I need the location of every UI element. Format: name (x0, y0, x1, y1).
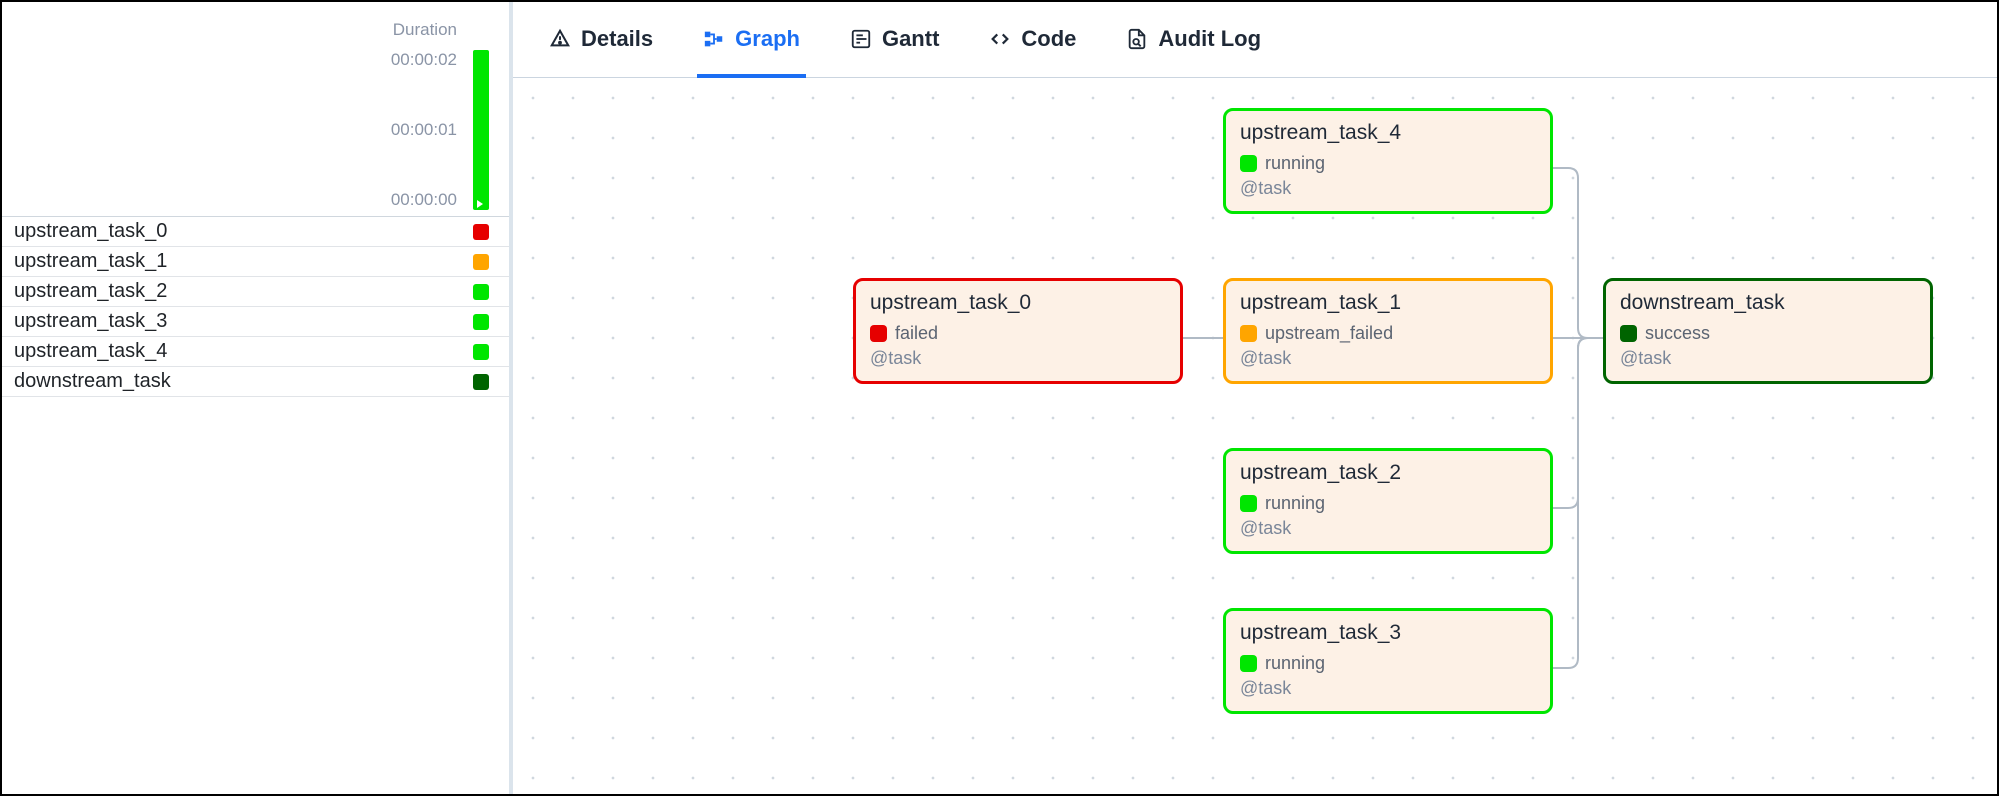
duration-bar[interactable] (473, 50, 489, 210)
node-status: success (1620, 323, 1916, 344)
node-title: upstream_task_1 (1240, 291, 1536, 315)
task-row-upstream_task_2[interactable]: upstream_task_2 (2, 277, 509, 307)
edge-upstream_task_3-to-downstream_task (1553, 338, 1603, 668)
node-status: running (1240, 493, 1536, 514)
task-row-label: upstream_task_2 (14, 280, 167, 303)
task-row-label: upstream_task_4 (14, 340, 167, 363)
task-row-label: upstream_task_3 (14, 310, 167, 333)
task-row-label: upstream_task_1 (14, 250, 167, 273)
task-row-upstream_task_1[interactable]: upstream_task_1 (2, 247, 509, 277)
node-decorator: @task (1240, 348, 1536, 369)
duration-tick: 00:00:01 (391, 120, 457, 140)
task-row-upstream_task_3[interactable]: upstream_task_3 (2, 307, 509, 337)
task-row-upstream_task_4[interactable]: upstream_task_4 (2, 337, 509, 367)
task-status-square (473, 374, 489, 390)
node-title: upstream_task_0 (870, 291, 1166, 315)
tab-code[interactable]: Code (983, 14, 1082, 78)
node-decorator: @task (1620, 348, 1916, 369)
node-decorator: @task (1240, 178, 1536, 199)
node-title: upstream_task_4 (1240, 121, 1536, 145)
code-icon (989, 28, 1011, 50)
tab-graph[interactable]: Graph (697, 14, 806, 78)
gantt-icon (850, 28, 872, 50)
tab-label: Graph (735, 26, 800, 52)
status-square (1240, 495, 1257, 512)
node-status: upstream_failed (1240, 323, 1536, 344)
graph-canvas[interactable]: upstream_task_0failed@taskupstream_task_… (513, 78, 1997, 794)
graph-node-downstream_task[interactable]: downstream_tasksuccess @task (1603, 278, 1933, 384)
tab-gantt[interactable]: Gantt (844, 14, 945, 78)
audit-icon (1126, 28, 1148, 50)
edge-upstream_task_4-to-downstream_task (1553, 168, 1603, 338)
node-status: running (1240, 653, 1536, 674)
node-decorator: @task (870, 348, 1166, 369)
status-square (870, 325, 887, 342)
node-title: upstream_task_3 (1240, 621, 1536, 645)
task-row-label: upstream_task_0 (14, 220, 167, 243)
task-row-label: downstream_task (14, 370, 171, 393)
task-list: upstream_task_0 upstream_task_1 upstream_t… (2, 217, 509, 397)
node-status: running (1240, 153, 1536, 174)
node-decorator: @task (1240, 678, 1536, 699)
tab-label: Audit Log (1158, 26, 1261, 52)
edge-upstream_task_2-to-downstream_task (1553, 338, 1603, 508)
node-status: failed (870, 323, 1166, 344)
graph-node-upstream_task_2[interactable]: upstream_task_2running @task (1223, 448, 1553, 554)
status-square (1240, 155, 1257, 172)
graph-node-upstream_task_4[interactable]: upstream_task_4running @task (1223, 108, 1553, 214)
tab-label: Gantt (882, 26, 939, 52)
tab-details[interactable]: Details (543, 14, 659, 78)
graph-node-upstream_task_1[interactable]: upstream_task_1 upstream_failed @task (1223, 278, 1553, 384)
task-row-upstream_task_0[interactable]: upstream_task_0 (2, 217, 509, 247)
duration-label: Duration (393, 20, 457, 40)
task-status-square (473, 314, 489, 330)
task-status-square (473, 254, 489, 270)
tab-bar: Details Graph Gantt Code Audit Log (513, 2, 1997, 78)
tab-label: Code (1021, 26, 1076, 52)
status-square (1620, 325, 1637, 342)
node-title: upstream_task_2 (1240, 461, 1536, 485)
task-status-square (473, 224, 489, 240)
duration-bar-chart: Duration 00:00:02 00:00:01 00:00:00 (2, 2, 509, 217)
task-status-square (473, 344, 489, 360)
status-square (1240, 325, 1257, 342)
graph-icon (703, 28, 725, 50)
node-decorator: @task (1240, 518, 1536, 539)
node-title: downstream_task (1620, 291, 1916, 315)
graph-node-upstream_task_0[interactable]: upstream_task_0failed @task (853, 278, 1183, 384)
sidebar: Duration 00:00:02 00:00:01 00:00:00 upst… (2, 2, 513, 794)
task-status-square (473, 284, 489, 300)
duration-tick: 00:00:00 (391, 190, 457, 210)
duration-tick: 00:00:02 (391, 50, 457, 70)
tab-audit[interactable]: Audit Log (1120, 14, 1267, 78)
status-square (1240, 655, 1257, 672)
graph-node-upstream_task_3[interactable]: upstream_task_3running @task (1223, 608, 1553, 714)
task-row-downstream_task[interactable]: downstream_task (2, 367, 509, 397)
tab-label: Details (581, 26, 653, 52)
details-icon (549, 28, 571, 50)
